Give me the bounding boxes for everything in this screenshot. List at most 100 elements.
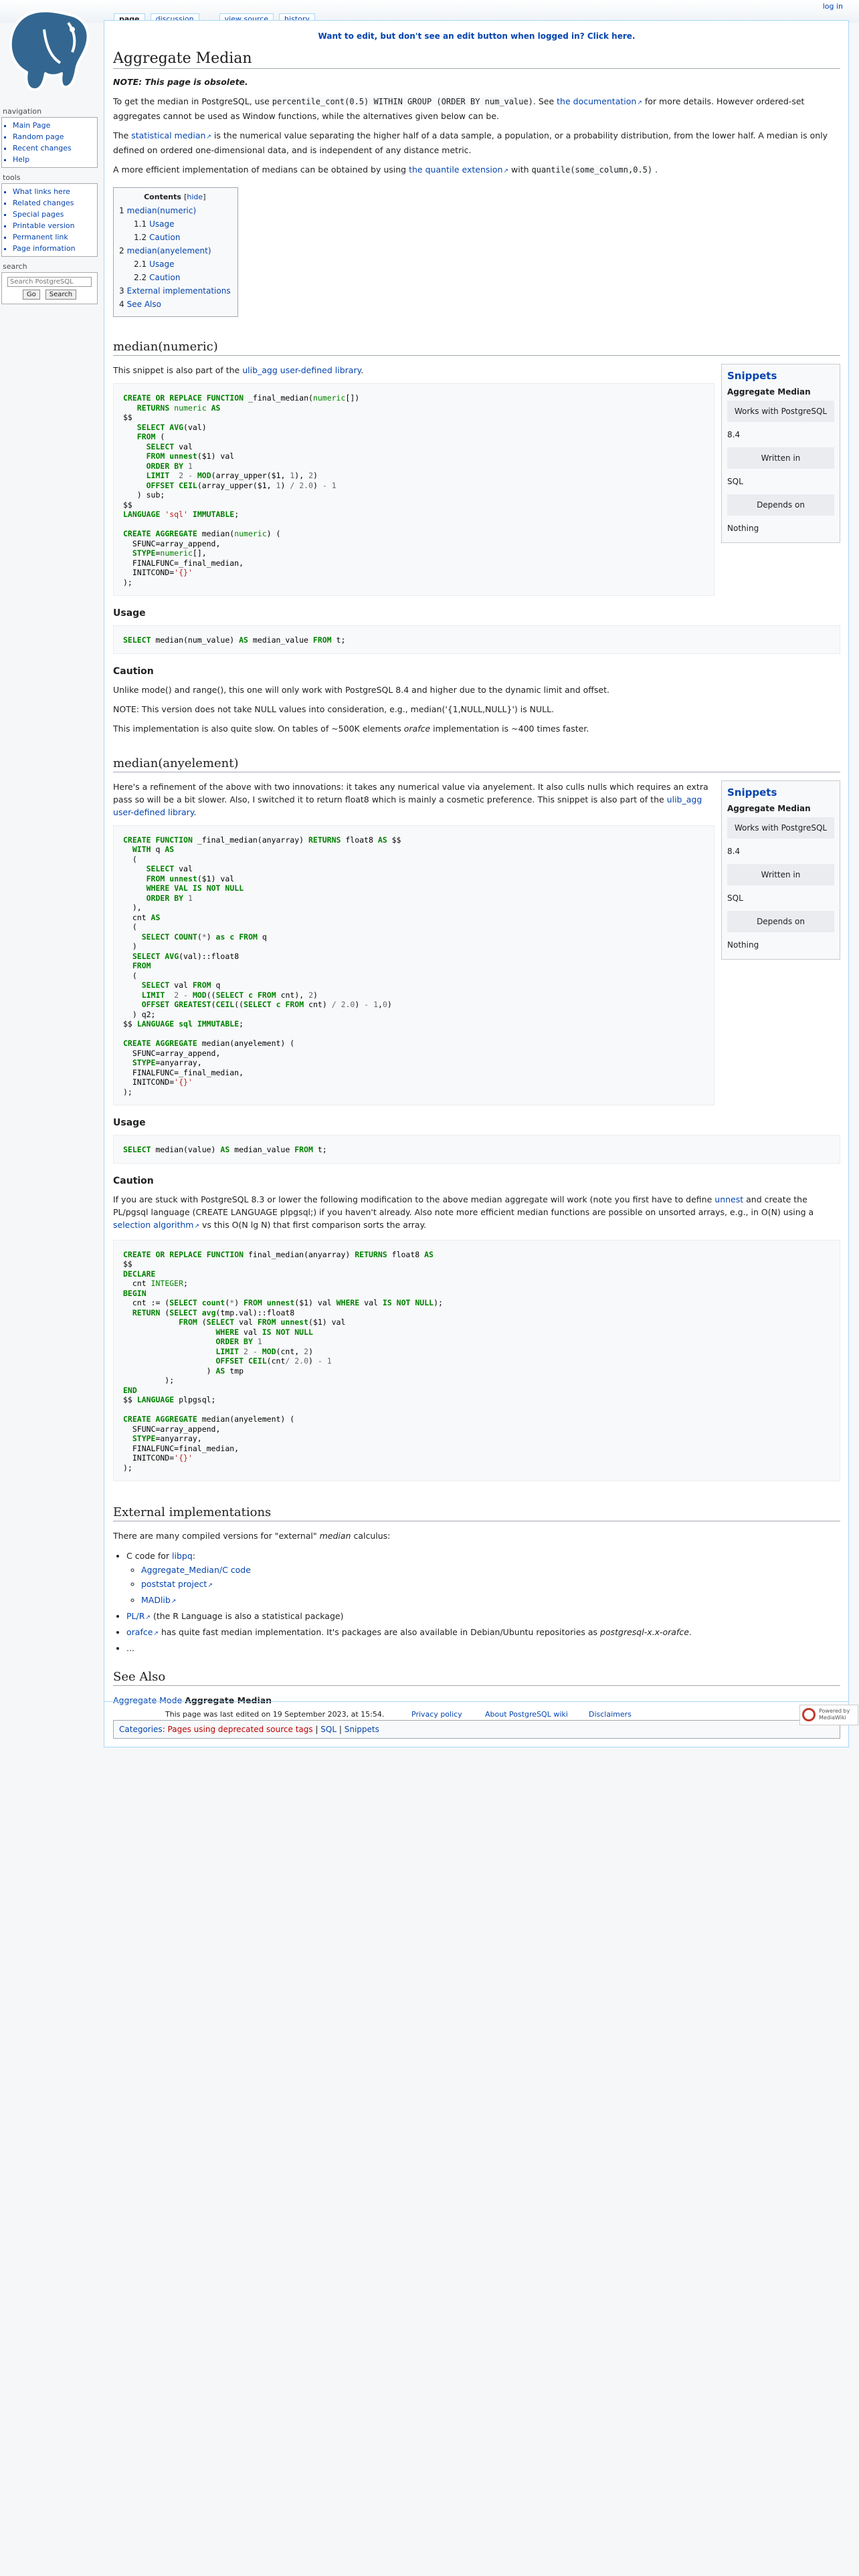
code-block-plpgsql: CREATE OR REPLACE FUNCTION final_median(… [113,1239,840,1481]
category-snippets[interactable]: Snippets [345,1725,379,1734]
aggregate-mode-link[interactable]: Aggregate Mode [113,1695,182,1705]
search-input[interactable] [7,277,92,287]
infobox-title[interactable]: Snippets [727,370,834,382]
disclaimers-link[interactable]: Disclaimers [589,1710,632,1719]
sidebar-item-page-information[interactable]: Page information [13,244,76,253]
intro-paragraph-1: To get the median in PostgreSQL, use per… [113,95,840,122]
poststat-project-link[interactable]: poststat project [141,1579,213,1589]
navigation-heading: navigation [3,107,42,116]
caution-text-1: Unlike mode() and range(), this one will… [113,684,609,695]
section-median-numeric: Snippets Aggregate Median Works with Pos… [113,364,840,742]
intro-paragraph-2: The statistical median is the numerical … [113,129,840,156]
quantile-extension-link[interactable]: the quantile extension [409,165,508,175]
postgresql-elephant-logo[interactable] [3,3,95,96]
search-button[interactable]: Search [45,290,77,300]
see-also-links: Aggregate Mode Aggregate Median [113,1695,272,1705]
code-block-usage: SELECT median(value) AS median_value FRO… [113,1135,840,1164]
caution-heading: Caution [113,665,154,677]
toc-item[interactable]: 1.2 Caution [119,231,231,244]
plr-link[interactable]: PL/R [126,1611,151,1621]
toc-hide-link[interactable]: hide [187,193,203,201]
toc-item[interactable]: 4 See Also [119,298,231,311]
category-links: Categories: Pages using deprecated sourc… [113,1720,840,1739]
infobox-title[interactable]: Snippets [727,786,834,798]
usage-heading: Usage [113,608,146,619]
intro-paragraph-3: A more efficient implementation of media… [113,163,840,178]
infobox-depends-label: Depends on [727,910,834,932]
infobox-written-label: Written in [727,863,834,885]
inline-code: percentile_cont(0.5) WITHIN GROUP (ORDER… [272,97,533,106]
powered-by-mediawiki-badge[interactable]: Powered by MediaWiki [799,1705,858,1725]
go-button[interactable]: Go [22,290,40,300]
toc-item[interactable]: 2.1 Usage [119,257,231,271]
infobox-name: Aggregate Median [727,803,811,813]
infobox-depends-label: Depends on [727,494,834,516]
table-of-contents: Contents [hide] 1 median(numeric) 1.1 Usag… [113,187,238,317]
list-item: PL/R (the R Language is also a statistic… [126,1609,840,1625]
sidebar-item-main-page[interactable]: Main Page [13,121,50,130]
infobox-written-label: Written in [727,447,834,469]
list-item: C code for libpq: Aggregate_Median/C cod… [126,1549,840,1609]
inline-code: quantile(some_column,0.5) [531,165,653,175]
list-item: orafce has quite fast median implementat… [126,1625,840,1641]
infobox-works-value: 8.4 [727,430,741,439]
snippets-infobox: Snippets Aggregate Median Works with Pos… [721,364,840,543]
aggregate-median-c-code-link[interactable]: Aggregate_Median/C code [141,1565,251,1575]
tools-heading: tools [3,173,21,182]
category-sql[interactable]: SQL [320,1725,337,1734]
sidebar-item-what-links-here[interactable]: What links here [13,187,70,196]
caution-heading: Caution [113,1175,154,1186]
content-area: Want to edit, but don't see an edit butt… [104,20,849,1747]
about-link[interactable]: About PostgreSQL wiki [485,1710,568,1719]
ulib-agg-link[interactable]: ulib_agg user-defined library [242,365,361,375]
mediawiki-icon [802,1708,816,1721]
section-median-anyelement: Snippets Aggregate Median Works with Pos… [113,780,840,1491]
toc-item[interactable]: 2.2 Caution [119,271,231,284]
toc-item[interactable]: 1 median(numeric) [119,204,231,217]
orafce-link[interactable]: orafce [126,1627,159,1637]
usage-heading: Usage [113,1117,146,1128]
login-link[interactable]: log in [823,2,843,11]
sidebar-item-special-pages[interactable]: Special pages [13,210,64,219]
sidebar: navigation Main Page Random page Recent … [0,107,99,310]
sidebar-item-help[interactable]: Help [13,155,29,164]
caution-text-3: This implementation is also quite slow. … [113,723,589,734]
code-block-usage: SELECT median(num_value) AS median_value… [113,625,840,654]
libpq-link[interactable]: libpq [172,1551,193,1561]
sidebar-item-recent-changes[interactable]: Recent changes [13,144,72,152]
sidebar-item-permanent-link[interactable]: Permanent link [13,233,68,241]
unnest-link[interactable]: unnest [714,1194,743,1204]
search-portlet: search Go Search [0,262,99,304]
privacy-policy-link[interactable]: Privacy policy [411,1710,462,1719]
last-modified: This page was last edited on 19 Septembe… [165,1710,385,1719]
section-heading-median-numeric: median(numeric) [113,340,840,356]
tools-portlet: tools What links here Related changes Sp… [0,173,99,257]
categories-label[interactable]: Categories [119,1725,163,1734]
madlib-link[interactable]: MADlib [141,1595,176,1605]
toc-item[interactable]: 3 External implementations [119,284,231,298]
code-block-median-numeric: CREATE OR REPLACE FUNCTION _final_median… [113,383,714,596]
selection-algorithm-link[interactable]: selection algorithm [113,1220,199,1230]
page-title: Aggregate Median [113,50,840,69]
infobox-depends-value: Nothing [727,940,759,950]
toc-title: Contents [144,193,181,201]
sidebar-item-related-changes[interactable]: Related changes [13,199,74,207]
external-intro: There are many compiled versions for "ex… [113,1531,391,1541]
sidebar-item-random-page[interactable]: Random page [13,132,64,141]
infobox-works-label: Works with PostgreSQL [727,817,834,839]
footer: This page was last edited on 19 Septembe… [104,1701,858,1725]
category-deprecated-tags[interactable]: Pages using deprecated source tags [168,1725,313,1734]
infobox-works-label: Works with PostgreSQL [727,401,834,422]
list-item: ... [126,1641,840,1655]
infobox-works-value: 8.4 [727,846,741,856]
sidebar-item-printable-version[interactable]: Printable version [13,221,75,230]
snippets-infobox: Snippets Aggregate Median Works with Pos… [721,780,840,960]
toc-item[interactable]: 1.1 Usage [119,217,231,231]
section-heading-see-also: See Also [113,1670,840,1686]
caution-text-2: NOTE: This version does not take NULL va… [113,704,555,714]
site-notice[interactable]: Want to edit, but don't see an edit butt… [113,31,840,41]
infobox-depends-value: Nothing [727,524,759,533]
statistical-median-link[interactable]: statistical median [131,130,211,140]
toc-item[interactable]: 2 median(anyelement) [119,244,231,257]
documentation-link[interactable]: the documentation [557,96,642,106]
